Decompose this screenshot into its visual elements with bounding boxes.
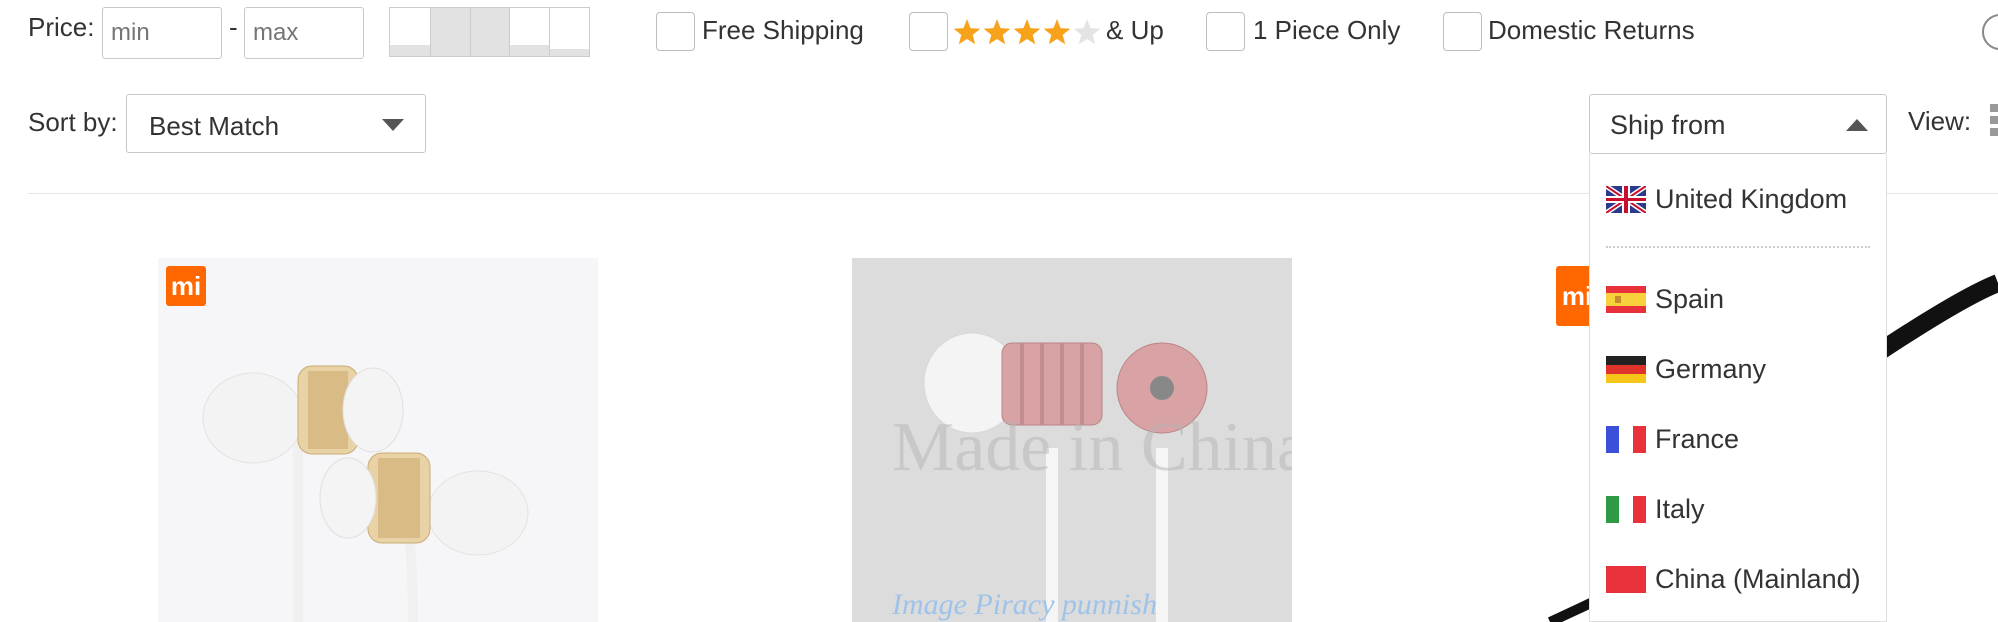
rating-suffix: & Up [1106, 15, 1164, 45]
ship-option-label: Germany [1655, 354, 1767, 384]
product-card-2[interactable]: Made in China Image Piracy punnish [852, 258, 1292, 622]
free-shipping-checkbox[interactable] [656, 12, 695, 51]
china-flag-icon [1606, 566, 1646, 593]
germany-flag-icon [1606, 356, 1646, 383]
ship-from-select[interactable]: Ship from [1589, 94, 1887, 154]
ship-option-label: United Kingdom [1655, 184, 1848, 214]
earphones-image [202, 365, 529, 622]
france-flag-icon [1606, 426, 1646, 453]
uk-flag-icon [1606, 186, 1646, 213]
domestic-returns-checkbox[interactable] [1443, 12, 1482, 51]
free-shipping-label: Free Shipping [702, 15, 864, 45]
histogram-bar[interactable] [509, 45, 550, 56]
more-filters-icon[interactable] [1982, 14, 1998, 50]
ship-option-label: Spain [1655, 284, 1725, 314]
chevron-up-icon [1846, 119, 1868, 131]
sort-label: Sort by: [28, 107, 118, 137]
chevron-down-icon [382, 119, 404, 131]
price-min-input[interactable] [102, 7, 222, 59]
ship-option-label: China (Mainland) [1655, 564, 1861, 594]
one-piece-checkbox[interactable] [1206, 12, 1245, 51]
sort-select[interactable]: Best Match [126, 94, 426, 153]
ship-option-spain[interactable]: Spain [1590, 274, 1886, 324]
one-piece-label: 1 Piece Only [1253, 15, 1401, 45]
rating-checkbox[interactable] [909, 12, 948, 51]
rating-stars [953, 19, 1101, 45]
sort-value: Best Match [149, 111, 280, 141]
grid-view-icon[interactable] [1990, 104, 1998, 144]
price-label: Price: [28, 12, 95, 42]
star-icon [1073, 19, 1101, 45]
price-histogram[interactable] [389, 7, 590, 57]
histogram-bar[interactable] [469, 8, 510, 56]
ship-from-dropdown: United Kingdom Spain Germany France Ital… [1589, 154, 1887, 622]
star-icon [953, 19, 981, 45]
price-max-input[interactable] [244, 7, 364, 59]
dropdown-separator [1606, 246, 1870, 248]
histogram-bar[interactable] [429, 8, 470, 56]
spain-flag-icon [1606, 286, 1646, 313]
ship-option-label: France [1655, 424, 1740, 454]
histogram-bar[interactable] [390, 45, 430, 56]
ship-option-germany[interactable]: Germany [1590, 344, 1886, 394]
watermark-bottom-text: Image Piracy punnish [892, 588, 1157, 621]
ship-option-united-kingdom[interactable]: United Kingdom [1590, 174, 1886, 224]
watermark-text: Made in China [892, 409, 1292, 486]
ship-option-france[interactable]: France [1590, 414, 1886, 464]
view-label: View: [1908, 106, 1972, 136]
histogram-separator [549, 8, 551, 56]
histogram-separator [469, 8, 471, 56]
star-icon [1013, 19, 1041, 45]
histogram-bar[interactable] [549, 49, 589, 56]
star-icon [1043, 19, 1071, 45]
histogram-separator [429, 8, 431, 56]
price-dash: - [229, 12, 238, 42]
ship-option-label: Italy [1655, 494, 1705, 524]
italy-flag-icon [1606, 496, 1646, 523]
product-card-1[interactable]: mi [158, 258, 598, 622]
ship-option-china[interactable]: China (Mainland) [1590, 554, 1886, 604]
star-icon [983, 19, 1011, 45]
ship-option-italy[interactable]: Italy [1590, 484, 1886, 534]
histogram-separator [509, 8, 511, 56]
domestic-returns-label: Domestic Returns [1488, 15, 1695, 45]
ship-from-label: Ship from [1610, 110, 1726, 140]
